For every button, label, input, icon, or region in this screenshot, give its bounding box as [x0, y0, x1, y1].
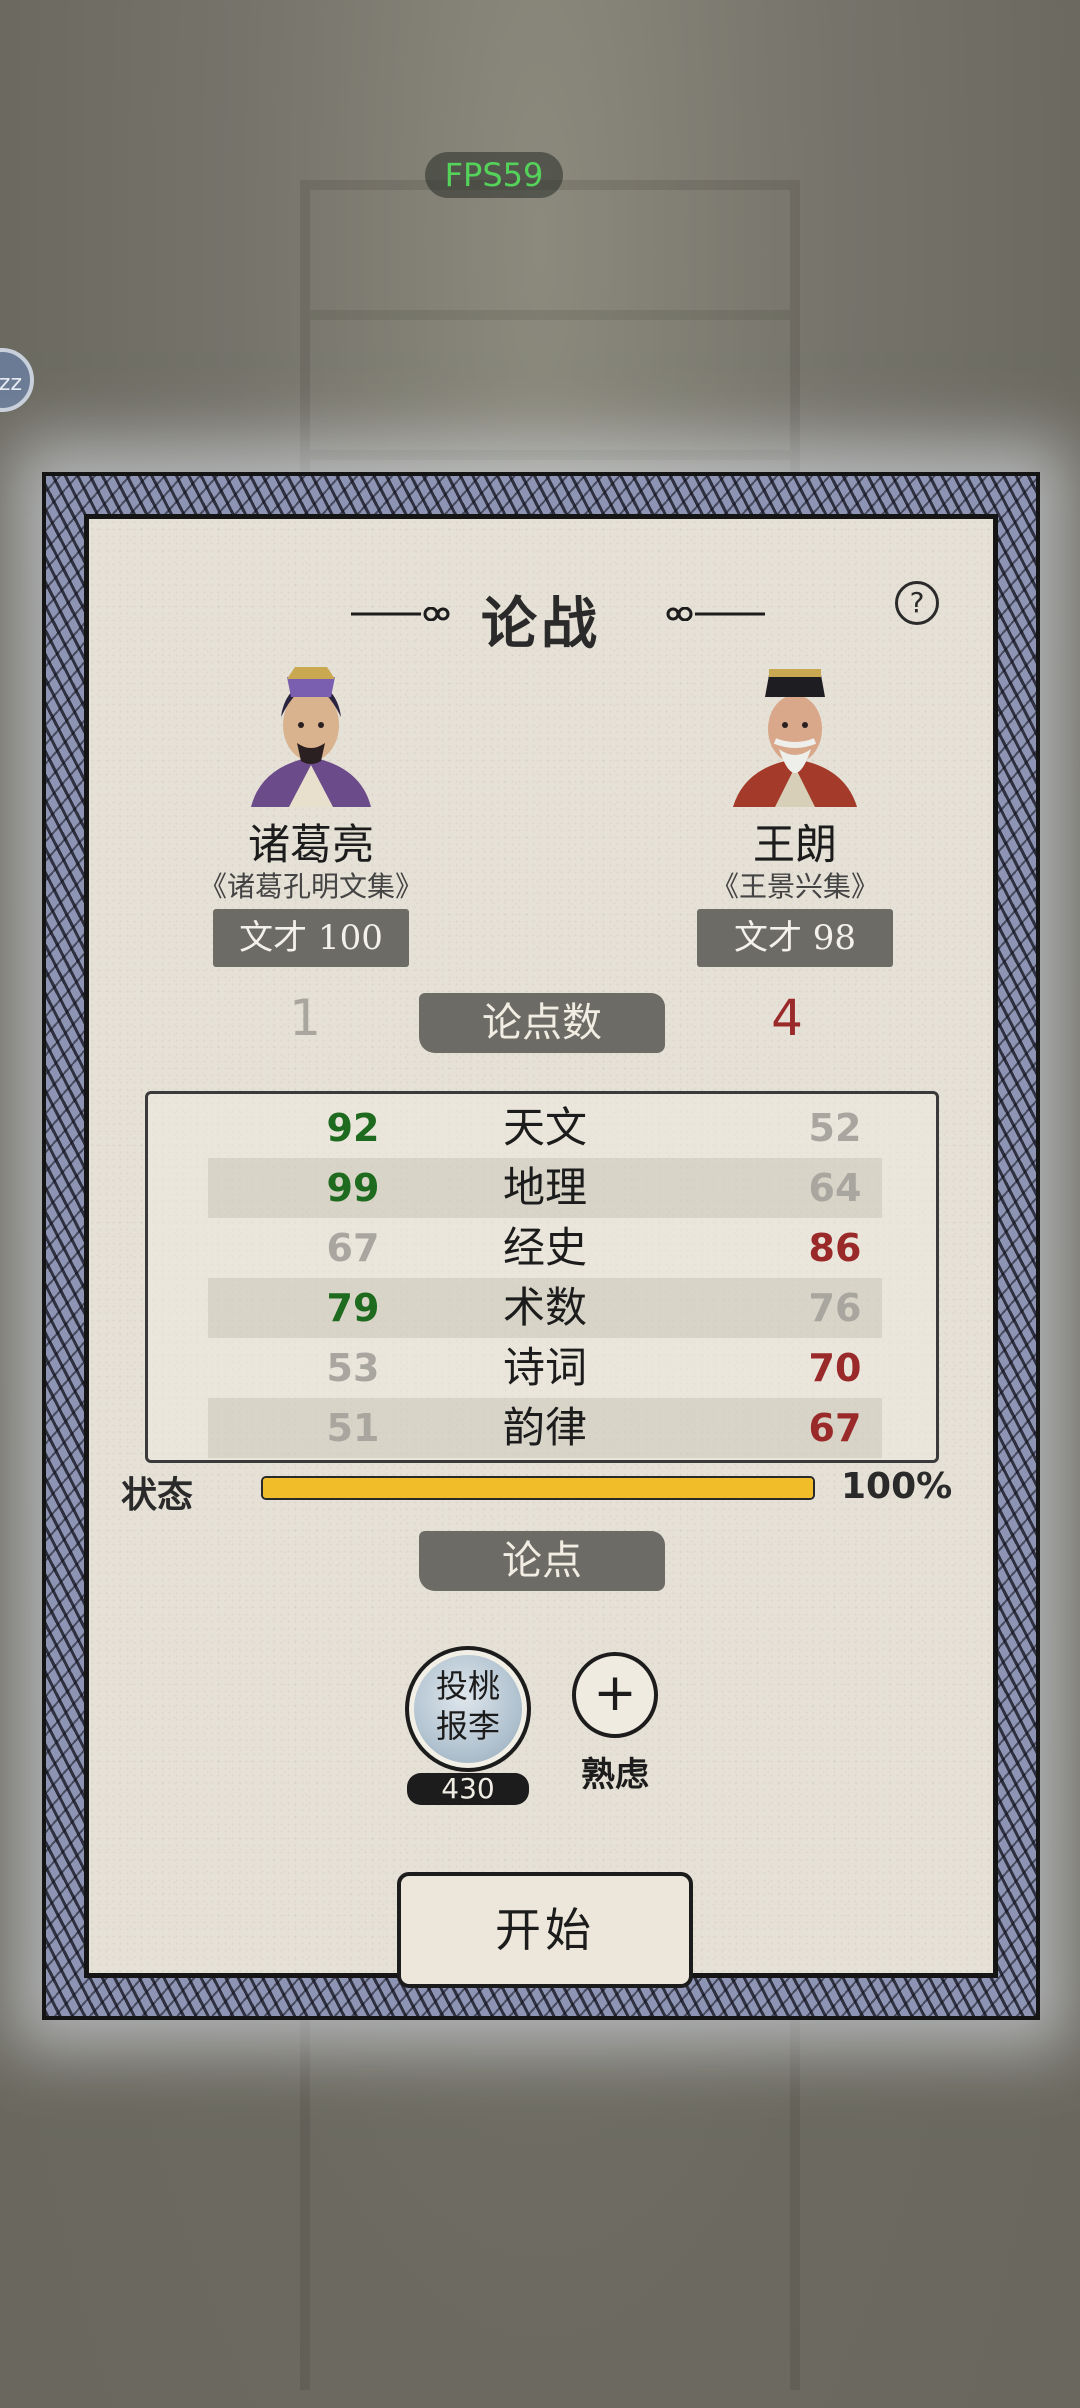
- wang-lang-portrait: [733, 669, 857, 807]
- dialog-title: 论战: [481, 591, 601, 657]
- right-talent-badge: 文才 98: [697, 909, 893, 967]
- stat-right-value: 70: [808, 1346, 862, 1390]
- stat-row: 67 经史 86: [208, 1218, 882, 1278]
- stat-name: 术数: [502, 1283, 587, 1332]
- dialog-paper: 论战 ? 诸葛亮 《诸葛孔明文集》 文才 100 王朗 《王景兴集》 文才 98…: [84, 514, 998, 1988]
- zhuge-liang-portrait: [251, 667, 371, 807]
- left-points-count: 1: [289, 989, 321, 1047]
- stat-row: 99 地理 64: [208, 1158, 882, 1218]
- skill-name-line2: 报李: [435, 1707, 500, 1745]
- stat-right-value: 86: [808, 1226, 862, 1270]
- state-bar-fill: [263, 1478, 813, 1498]
- start-button[interactable]: 开始: [397, 1872, 693, 1988]
- argument-banner: 论点: [419, 1531, 665, 1591]
- skill-button[interactable]: 投桃 报李: [405, 1646, 531, 1772]
- stat-name: 经史: [502, 1223, 587, 1272]
- stat-row: 53 诗词 70: [208, 1338, 882, 1398]
- debate-dialog: 论战 ? 诸葛亮 《诸葛孔明文集》 文才 100 王朗 《王景兴集》 文才 98…: [42, 472, 1040, 2020]
- stat-name: 天文: [502, 1103, 587, 1152]
- stat-left-value: 51: [326, 1406, 380, 1450]
- stat-right-value: 76: [808, 1286, 862, 1330]
- stat-left-value: 53: [326, 1346, 380, 1390]
- state-label: 状态: [121, 1474, 194, 1516]
- state-bar: [261, 1476, 815, 1500]
- skill-name: 投桃 报李: [409, 1666, 527, 1746]
- stat-right-value: 64: [808, 1166, 862, 1210]
- skill-cost: 430: [407, 1773, 529, 1805]
- fps-counter: FPS59: [425, 152, 563, 198]
- left-talent-badge: 文才 100: [213, 909, 409, 967]
- ponder-label: 熟虑: [581, 1755, 649, 1795]
- right-hero-book: 《王景兴集》: [710, 870, 879, 903]
- stats-table: 92 天文 52 99 地理 64 67 经史 86 79 术数 76 53 诗: [145, 1091, 939, 1463]
- right-points-count: 4: [771, 989, 803, 1047]
- stat-row: 51 韵律 67: [208, 1398, 882, 1458]
- left-hero-book: 《诸葛孔明文集》: [198, 870, 423, 903]
- state-percent: 100%: [841, 1466, 953, 1507]
- stat-right-value: 52: [808, 1106, 862, 1150]
- points-banner: 论点数: [419, 993, 665, 1053]
- stat-left-value: 67: [326, 1226, 380, 1270]
- stat-row: 79 术数 76: [208, 1278, 882, 1338]
- stat-left-value: 79: [326, 1286, 380, 1330]
- left-hero-name: 诸葛亮: [247, 820, 374, 869]
- right-hero-name: 王朗: [752, 820, 837, 869]
- skill-name-line1: 投桃: [435, 1667, 500, 1705]
- stat-left-value: 92: [326, 1106, 380, 1150]
- stat-right-value: 67: [808, 1406, 862, 1450]
- ponder-plus-button[interactable]: +: [572, 1652, 658, 1738]
- stat-name: 韵律: [502, 1403, 587, 1452]
- stat-name: 诗词: [502, 1343, 587, 1392]
- title-ornament-right: [666, 607, 765, 621]
- stat-left-value: 99: [326, 1166, 380, 1210]
- help-button[interactable]: ?: [895, 581, 939, 625]
- stat-row: 92 天文 52: [208, 1098, 882, 1158]
- stat-name: 地理: [502, 1163, 587, 1212]
